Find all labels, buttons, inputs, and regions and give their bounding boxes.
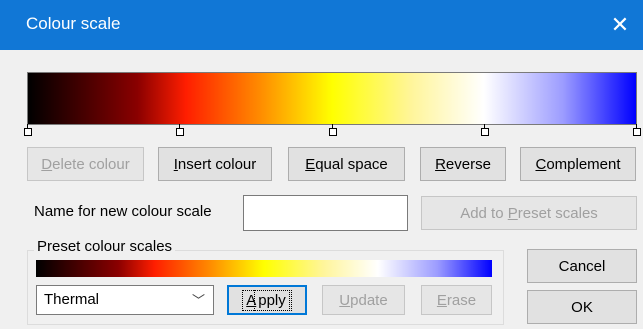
colour-stop-marker[interactable] [481,124,489,136]
colour-stop-marker[interactable] [24,124,32,136]
add-to-preset-button[interactable]: Add to Preset scales [421,196,637,230]
preset-select[interactable]: Thermal ﹀ [36,285,214,315]
new-scale-name-input[interactable] [243,195,408,231]
equal-space-button[interactable]: Equal space [288,147,405,181]
colour-stop-marker[interactable] [329,124,337,136]
chevron-down-icon: ﹀ [191,293,205,308]
preset-gradient-preview [36,260,492,277]
apply-button[interactable]: Apply [227,285,307,315]
close-icon: ✕ [610,12,630,37]
update-button[interactable]: Update [322,285,405,315]
title-bar: Colour scale ✕ [0,0,643,50]
preset-group-label: Preset colour scales [34,238,176,255]
delete-colour-button[interactable]: Delete colour [27,147,144,181]
insert-colour-button[interactable]: Insert colour [158,147,272,181]
reverse-button[interactable]: Reverse [420,147,506,181]
window-title: Colour scale [26,14,121,33]
colour-scale-gradient[interactable] [27,72,637,125]
close-button[interactable]: ✕ [597,0,643,50]
ok-button[interactable]: OK [527,290,637,324]
complement-button[interactable]: Complement [520,147,636,181]
preset-selected-value: Thermal [44,291,100,308]
erase-button[interactable]: Erase [421,285,492,315]
cancel-button[interactable]: Cancel [527,249,637,283]
colour-stop-marker[interactable] [176,124,184,136]
colour-stop-marker[interactable] [633,124,641,136]
new-scale-name-label: Name for new colour scale [34,203,212,220]
